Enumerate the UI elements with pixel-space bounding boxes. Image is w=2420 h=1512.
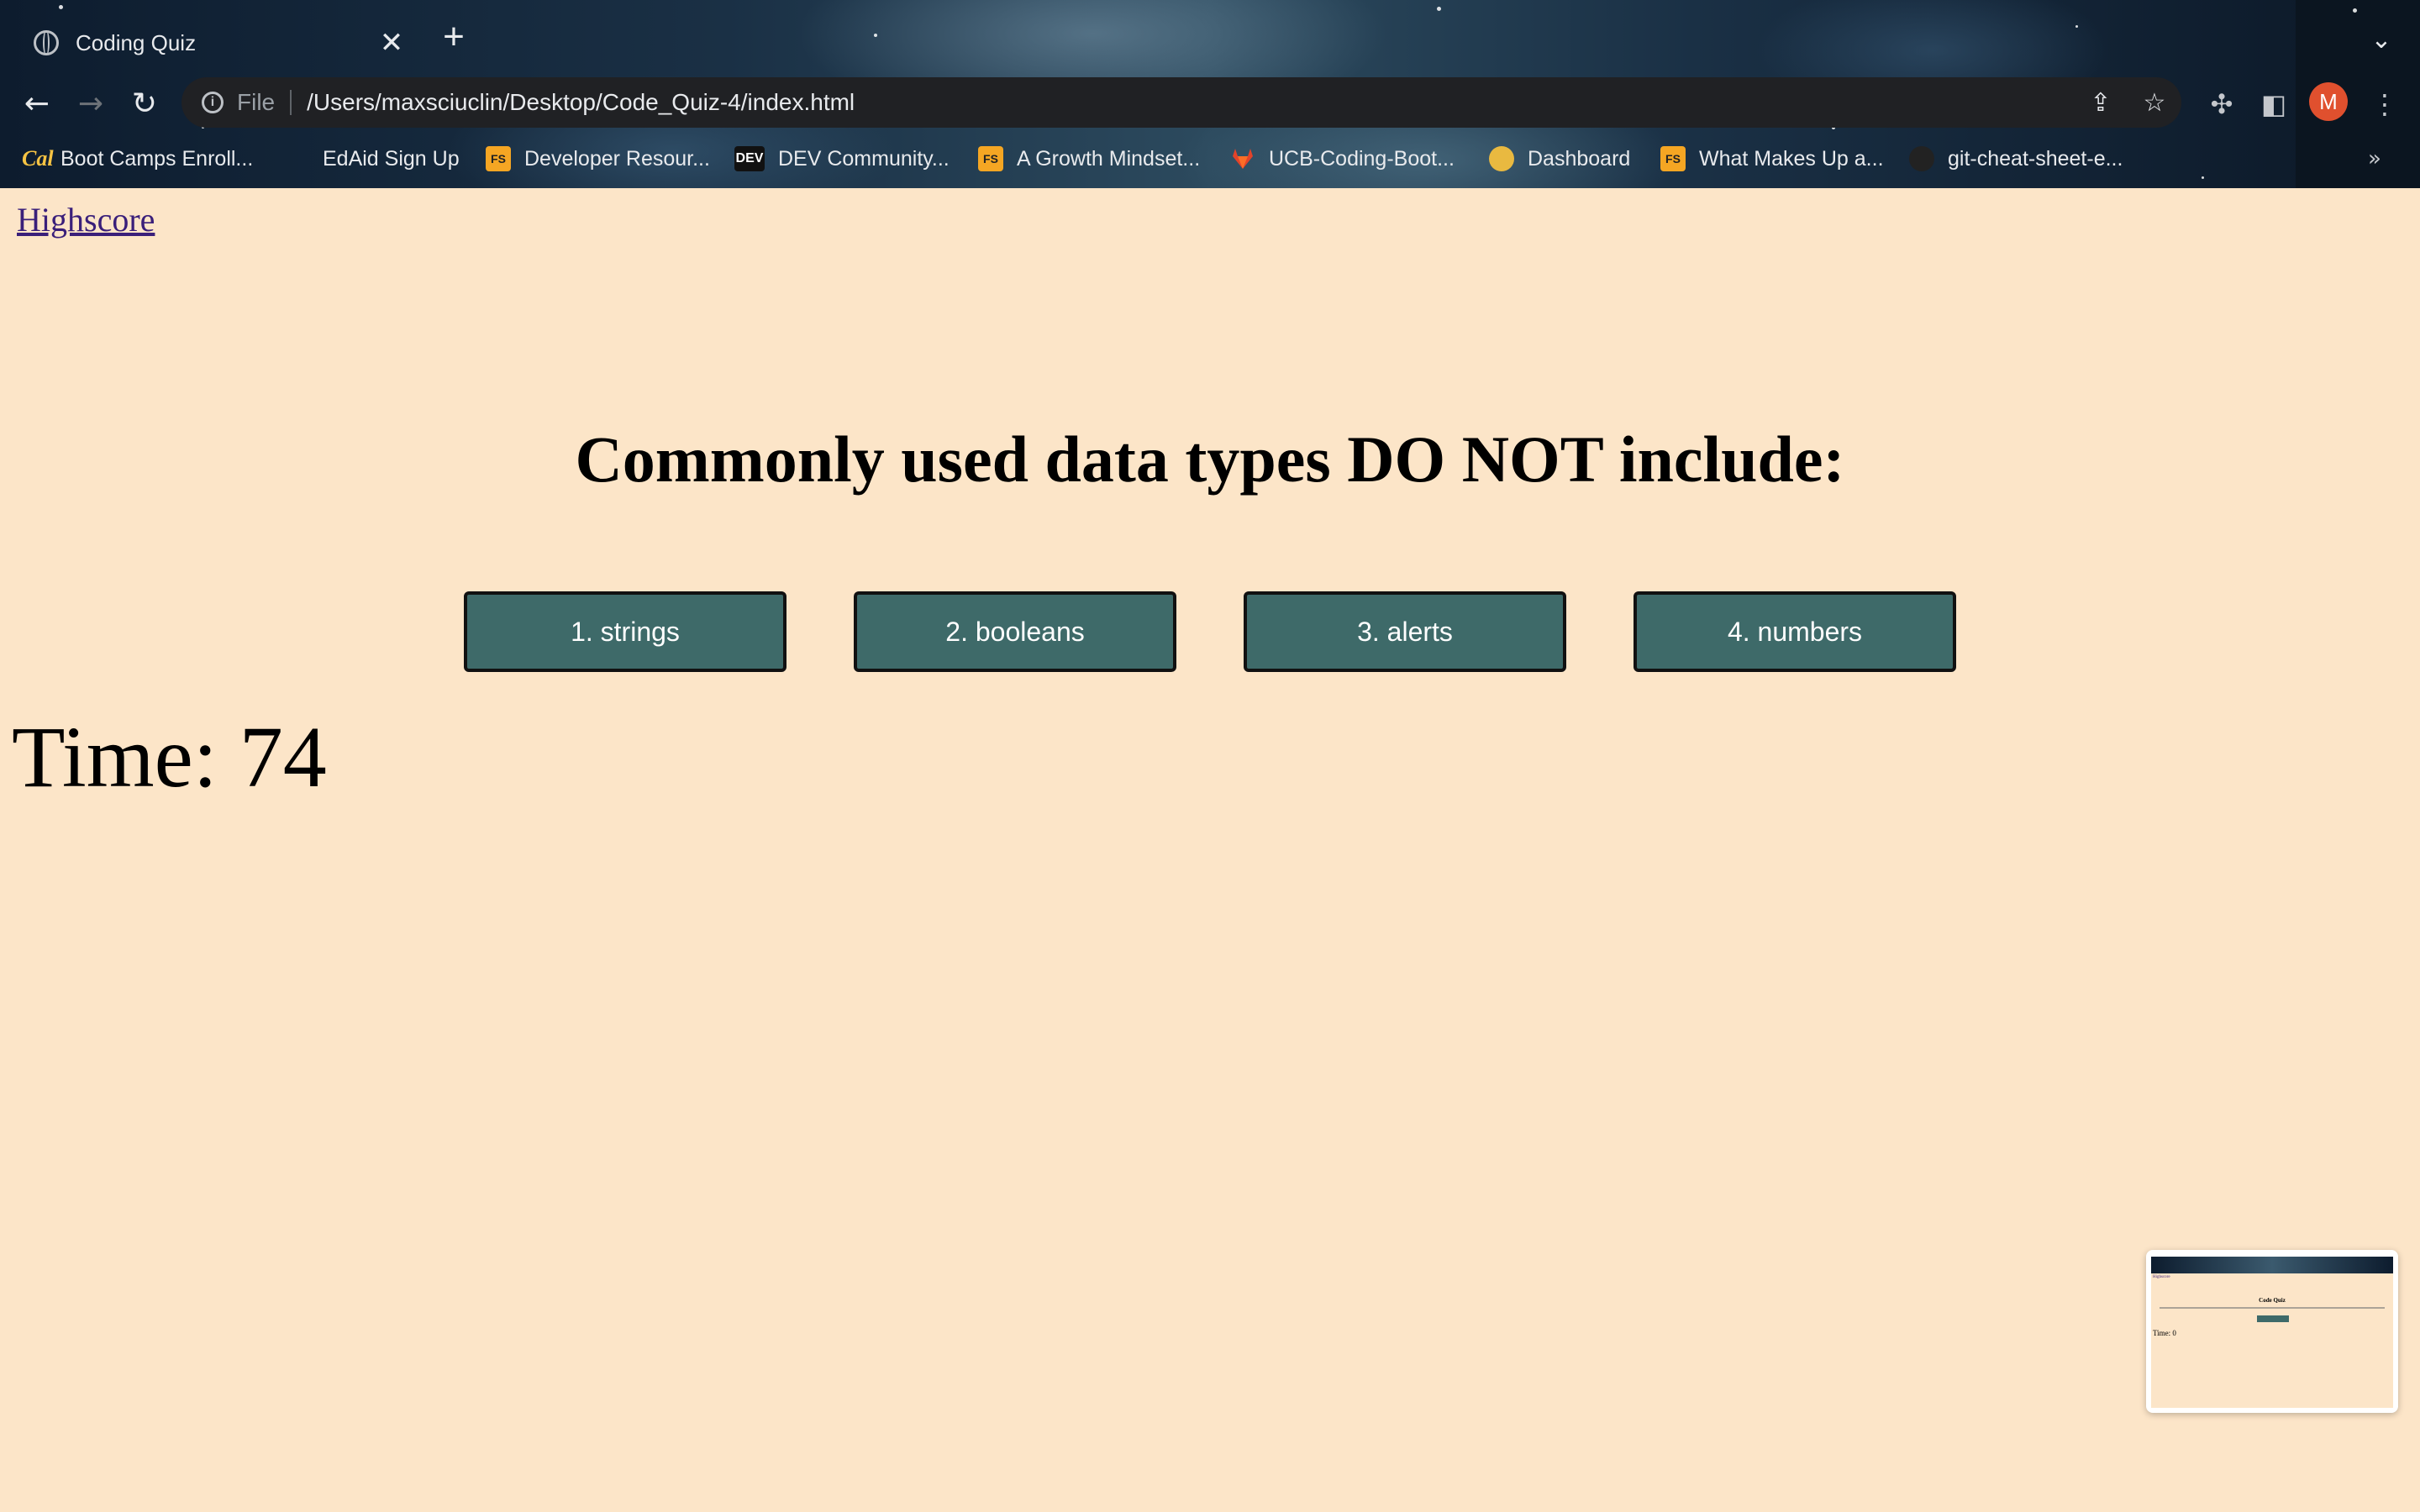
thumbnail-page: Highscore Code Quiz Time: 0 bbox=[2151, 1257, 2393, 1408]
gitlab-icon bbox=[1230, 146, 1255, 171]
timer-value: 74 bbox=[239, 709, 327, 806]
bookmark-star-icon[interactable]: ☆ bbox=[2128, 88, 2181, 118]
thumbnail-text-line bbox=[2160, 1307, 2385, 1309]
highscore-link[interactable]: Highscore bbox=[17, 200, 155, 239]
question-heading: Commonly used data types DO NOT include: bbox=[575, 423, 1845, 496]
info-icon[interactable]: i bbox=[202, 92, 224, 113]
thumbnail-title: Code Quiz bbox=[2259, 1297, 2286, 1304]
answer-button-4[interactable]: 4. numbers bbox=[1634, 591, 1956, 672]
timer-display: Time: 74 bbox=[12, 707, 327, 807]
bookmark-label: UCB-Coding-Boot... bbox=[1269, 146, 1455, 171]
quiz-page: Highscore Commonly used data types DO NO… bbox=[0, 188, 2420, 1512]
cal-icon: Cal bbox=[22, 146, 54, 171]
bookmark-item[interactable]: EdAid Sign Up bbox=[323, 139, 460, 178]
thumbnail-start-button bbox=[2257, 1315, 2289, 1322]
address-bar[interactable]: i File /Users/maxsciuclin/Desktop/Code_Q… bbox=[182, 77, 2181, 128]
browser-chrome: Coding Quiz ✕ + ⌄ ← → ↻ i File /Users/ma… bbox=[0, 0, 2420, 188]
fs-icon: FS bbox=[486, 146, 511, 171]
bookmark-label: EdAid Sign Up bbox=[323, 146, 460, 171]
background-star bbox=[1437, 7, 1441, 11]
chevron-down-icon[interactable]: ⌄ bbox=[2363, 25, 2400, 59]
thumbnail-timer: Time: 0 bbox=[2153, 1329, 2176, 1337]
bookmark-item[interactable]: FS Developer Resour... bbox=[486, 139, 710, 178]
bookmark-item[interactable]: FS A Growth Mindset... bbox=[978, 139, 1200, 178]
bookmark-label: Boot Camps Enroll... bbox=[60, 146, 254, 171]
bookmarks-overflow-icon[interactable]: » bbox=[2368, 139, 2381, 178]
bookmark-item[interactable]: Dashboard bbox=[1489, 139, 1630, 178]
reload-icon[interactable]: ↻ bbox=[124, 84, 165, 124]
profile-avatar[interactable]: M bbox=[2309, 82, 2348, 121]
url-separator bbox=[290, 90, 292, 115]
background-star bbox=[2075, 25, 2078, 28]
bookmark-item[interactable]: DEV DEV Community... bbox=[734, 139, 950, 178]
bookmark-label: A Growth Mindset... bbox=[1017, 146, 1201, 171]
fs-icon: FS bbox=[978, 146, 1003, 171]
browser-tab[interactable]: Coding Quiz ✕ bbox=[13, 8, 417, 77]
bookmark-item[interactable]: UCB-Coding-Boot... bbox=[1230, 139, 1455, 178]
thumbnail-chrome bbox=[2151, 1257, 2393, 1273]
bookmark-item[interactable]: FS What Makes Up a... bbox=[1660, 139, 1884, 178]
back-arrow-icon[interactable]: ← bbox=[17, 84, 57, 124]
answer-button-2[interactable]: 2. booleans bbox=[854, 591, 1176, 672]
fs-icon: FS bbox=[1660, 146, 1686, 171]
side-panel-icon[interactable]: ◧ bbox=[2252, 82, 2296, 126]
bookmark-label: Developer Resour... bbox=[524, 146, 710, 171]
url-text[interactable]: /Users/maxsciuclin/Desktop/Code_Quiz-4/i… bbox=[307, 89, 2074, 116]
answer-choices: 1. strings 2. booleans 3. alerts 4. numb… bbox=[464, 591, 1956, 672]
bookmark-item[interactable]: Cal Boot Camps Enroll... bbox=[22, 139, 253, 178]
bookmark-item[interactable]: git-cheat-sheet-e... bbox=[1909, 139, 2123, 178]
answer-button-3[interactable]: 3. alerts bbox=[1244, 591, 1566, 672]
extensions-puzzle-icon[interactable]: ✣ bbox=[2200, 82, 2244, 126]
bookmark-label: Dashboard bbox=[1528, 146, 1631, 171]
bookmark-label: git-cheat-sheet-e... bbox=[1948, 146, 2123, 171]
github-icon bbox=[1909, 146, 1934, 171]
bookmark-label: What Makes Up a... bbox=[1699, 146, 1884, 171]
tab-preview-thumbnail[interactable]: Highscore Code Quiz Time: 0 bbox=[2146, 1250, 2398, 1413]
background-star bbox=[874, 34, 877, 37]
answer-button-1[interactable]: 1. strings bbox=[464, 591, 786, 672]
share-icon[interactable]: ⇪ bbox=[2074, 88, 2128, 118]
dev-icon: DEV bbox=[734, 146, 765, 171]
url-scheme: File bbox=[237, 89, 276, 115]
bookmark-label: DEV Community... bbox=[778, 146, 950, 171]
timer-label: Time: bbox=[12, 709, 218, 806]
background-star bbox=[2353, 8, 2357, 13]
forward-arrow-icon[interactable]: → bbox=[71, 84, 111, 124]
dashboard-icon bbox=[1489, 146, 1514, 171]
more-menu-icon[interactable]: ⋮ bbox=[2363, 82, 2407, 126]
tab-title: Coding Quiz bbox=[76, 29, 197, 55]
new-tab-button[interactable]: + bbox=[435, 18, 472, 55]
thumbnail-highscore-link: Highscore bbox=[2153, 1275, 2170, 1279]
globe-icon bbox=[34, 30, 59, 55]
bookmarks-bar: Cal Boot Camps Enroll... EdAid Sign Up F… bbox=[0, 139, 2420, 178]
close-tab-icon[interactable]: ✕ bbox=[375, 26, 408, 60]
